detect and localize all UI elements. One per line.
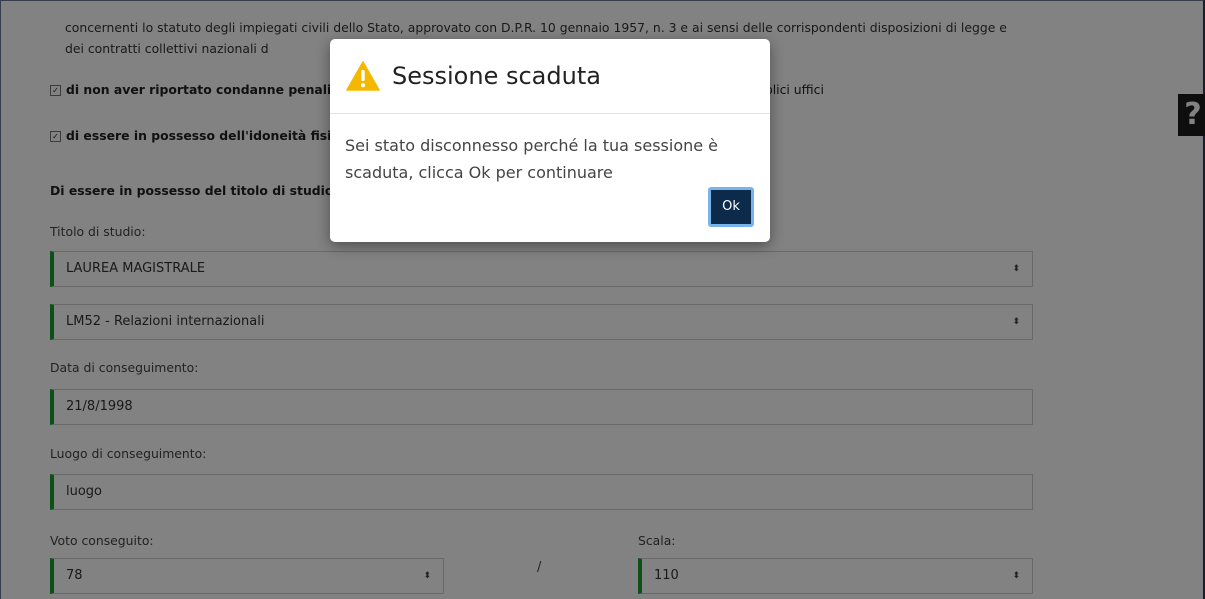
dialog-title: Sessione scaduta xyxy=(392,62,601,90)
dialog-header: Sessione scaduta xyxy=(330,39,770,114)
ok-button[interactable]: Ok xyxy=(708,187,754,227)
warning-triangle-icon xyxy=(346,61,380,91)
dialog-message: Sei stato disconnesso perché la tua sess… xyxy=(345,136,719,182)
session-expired-dialog: Sessione scaduta Sei stato disconnesso p… xyxy=(330,39,770,242)
